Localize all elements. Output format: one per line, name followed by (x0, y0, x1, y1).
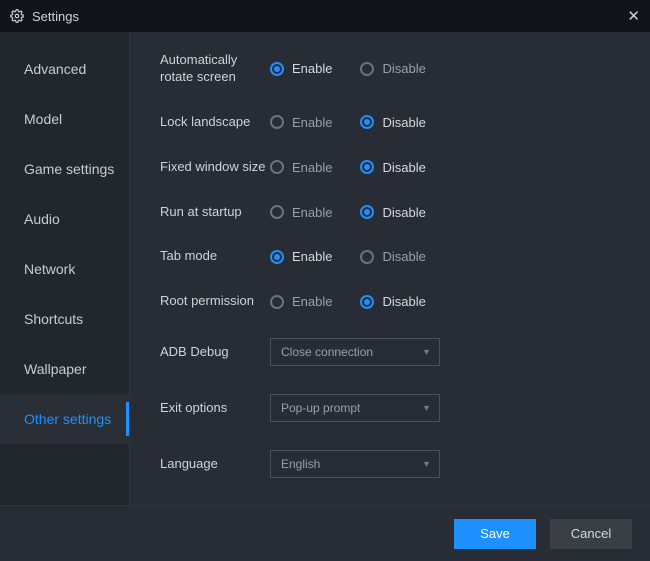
footer: Save Cancel (0, 505, 650, 561)
radio-label: Enable (292, 115, 332, 130)
radio-dot-icon (360, 295, 374, 309)
select-label: Language (160, 456, 270, 473)
sidebar-item-label: Game settings (24, 161, 114, 177)
option-row: Automatically rotate screen Enable Disable (160, 52, 622, 86)
option-row: Tab mode Enable Disable (160, 248, 622, 265)
select-adb-debug[interactable]: Close connection ▾ (270, 338, 440, 366)
option-label: Fixed window size (160, 159, 270, 176)
chevron-down-icon: ▾ (424, 347, 429, 358)
radio-dot-icon (270, 250, 284, 264)
option-label: Lock landscape (160, 114, 270, 131)
option-radios: Enable Disable (270, 61, 426, 76)
titlebar: Settings ✕ (0, 0, 650, 32)
sidebar-item-label: Network (24, 261, 75, 277)
radio-enable[interactable]: Enable (270, 160, 332, 175)
save-button[interactable]: Save (454, 519, 536, 549)
window-title: Settings (32, 9, 79, 24)
radio-enable[interactable]: Enable (270, 115, 332, 130)
option-radios: Enable Disable (270, 160, 426, 175)
sidebar-item-label: Audio (24, 211, 60, 227)
select-row: Language English ▾ (160, 450, 622, 478)
radio-label: Enable (292, 160, 332, 175)
sidebar-item-other-settings[interactable]: Other settings (0, 394, 129, 444)
sidebar-item-advanced[interactable]: Advanced (0, 44, 129, 94)
select-label: Exit options (160, 400, 270, 417)
sidebar-item-model[interactable]: Model (0, 94, 129, 144)
radio-label: Disable (382, 160, 425, 175)
radio-dot-icon (270, 160, 284, 174)
radio-label: Enable (292, 249, 332, 264)
sidebar-item-game-settings[interactable]: Game settings (0, 144, 129, 194)
radio-dot-icon (360, 160, 374, 174)
radio-enable[interactable]: Enable (270, 249, 332, 264)
select-language[interactable]: English ▾ (270, 450, 440, 478)
radio-dot-icon (360, 205, 374, 219)
radio-enable[interactable]: Enable (270, 294, 332, 309)
radio-label: Disable (382, 115, 425, 130)
radio-dot-icon (270, 205, 284, 219)
radio-disable[interactable]: Disable (360, 294, 425, 309)
option-radios: Enable Disable (270, 249, 426, 264)
radio-dot-icon (270, 62, 284, 76)
select-label: ADB Debug (160, 344, 270, 361)
select-row: ADB Debug Close connection ▾ (160, 338, 622, 366)
radio-disable[interactable]: Disable (360, 205, 425, 220)
option-label: Automatically rotate screen (160, 52, 270, 86)
sidebar-item-label: Other settings (24, 411, 111, 427)
option-radios: Enable Disable (270, 294, 426, 309)
option-row: Fixed window size Enable Disable (160, 159, 622, 176)
sidebar-item-shortcuts[interactable]: Shortcuts (0, 294, 129, 344)
gear-icon (10, 9, 24, 23)
radio-dot-icon (360, 115, 374, 129)
radio-dot-icon (270, 295, 284, 309)
sidebar-item-label: Model (24, 111, 62, 127)
select-value: Close connection (281, 345, 373, 359)
radio-label: Disable (382, 294, 425, 309)
radio-disable[interactable]: Disable (360, 249, 425, 264)
radio-disable[interactable]: Disable (360, 61, 425, 76)
option-radios: Enable Disable (270, 205, 426, 220)
option-label: Tab mode (160, 248, 270, 265)
radio-enable[interactable]: Enable (270, 61, 332, 76)
option-label: Run at startup (160, 204, 270, 221)
chevron-down-icon: ▾ (424, 459, 429, 470)
radio-dot-icon (360, 250, 374, 264)
settings-window: Settings ✕ Advanced Model Game settings Aud… (0, 0, 650, 561)
radio-label: Disable (382, 205, 425, 220)
select-value: Pop-up prompt (281, 401, 360, 415)
option-row: Run at startup Enable Disable (160, 204, 622, 221)
radio-label: Enable (292, 205, 332, 220)
radio-dot-icon (270, 115, 284, 129)
sidebar-item-label: Shortcuts (24, 311, 83, 327)
option-row: Lock landscape Enable Disable (160, 114, 622, 131)
select-exit-options[interactable]: Pop-up prompt ▾ (270, 394, 440, 422)
sidebar-item-wallpaper[interactable]: Wallpaper (0, 344, 129, 394)
radio-label: Enable (292, 294, 332, 309)
sidebar: Advanced Model Game settings Audio Network Sh… (0, 32, 130, 505)
content-panel: Automatically rotate screen Enable Disable… (130, 32, 650, 505)
sidebar-item-label: Advanced (24, 61, 86, 77)
radio-dot-icon (360, 62, 374, 76)
select-value: English (281, 457, 320, 471)
close-icon[interactable]: ✕ (627, 7, 640, 25)
chevron-down-icon: ▾ (424, 403, 429, 414)
option-radios: Enable Disable (270, 115, 426, 130)
option-row: Root permission Enable Disable (160, 293, 622, 310)
radio-disable[interactable]: Disable (360, 160, 425, 175)
cancel-button[interactable]: Cancel (550, 519, 632, 549)
radio-label: Enable (292, 61, 332, 76)
sidebar-item-audio[interactable]: Audio (0, 194, 129, 244)
option-label: Root permission (160, 293, 270, 310)
radio-disable[interactable]: Disable (360, 115, 425, 130)
select-row: Exit options Pop-up prompt ▾ (160, 394, 622, 422)
radio-label: Disable (382, 249, 425, 264)
radio-enable[interactable]: Enable (270, 205, 332, 220)
radio-label: Disable (382, 61, 425, 76)
sidebar-item-network[interactable]: Network (0, 244, 129, 294)
sidebar-item-label: Wallpaper (24, 361, 87, 377)
